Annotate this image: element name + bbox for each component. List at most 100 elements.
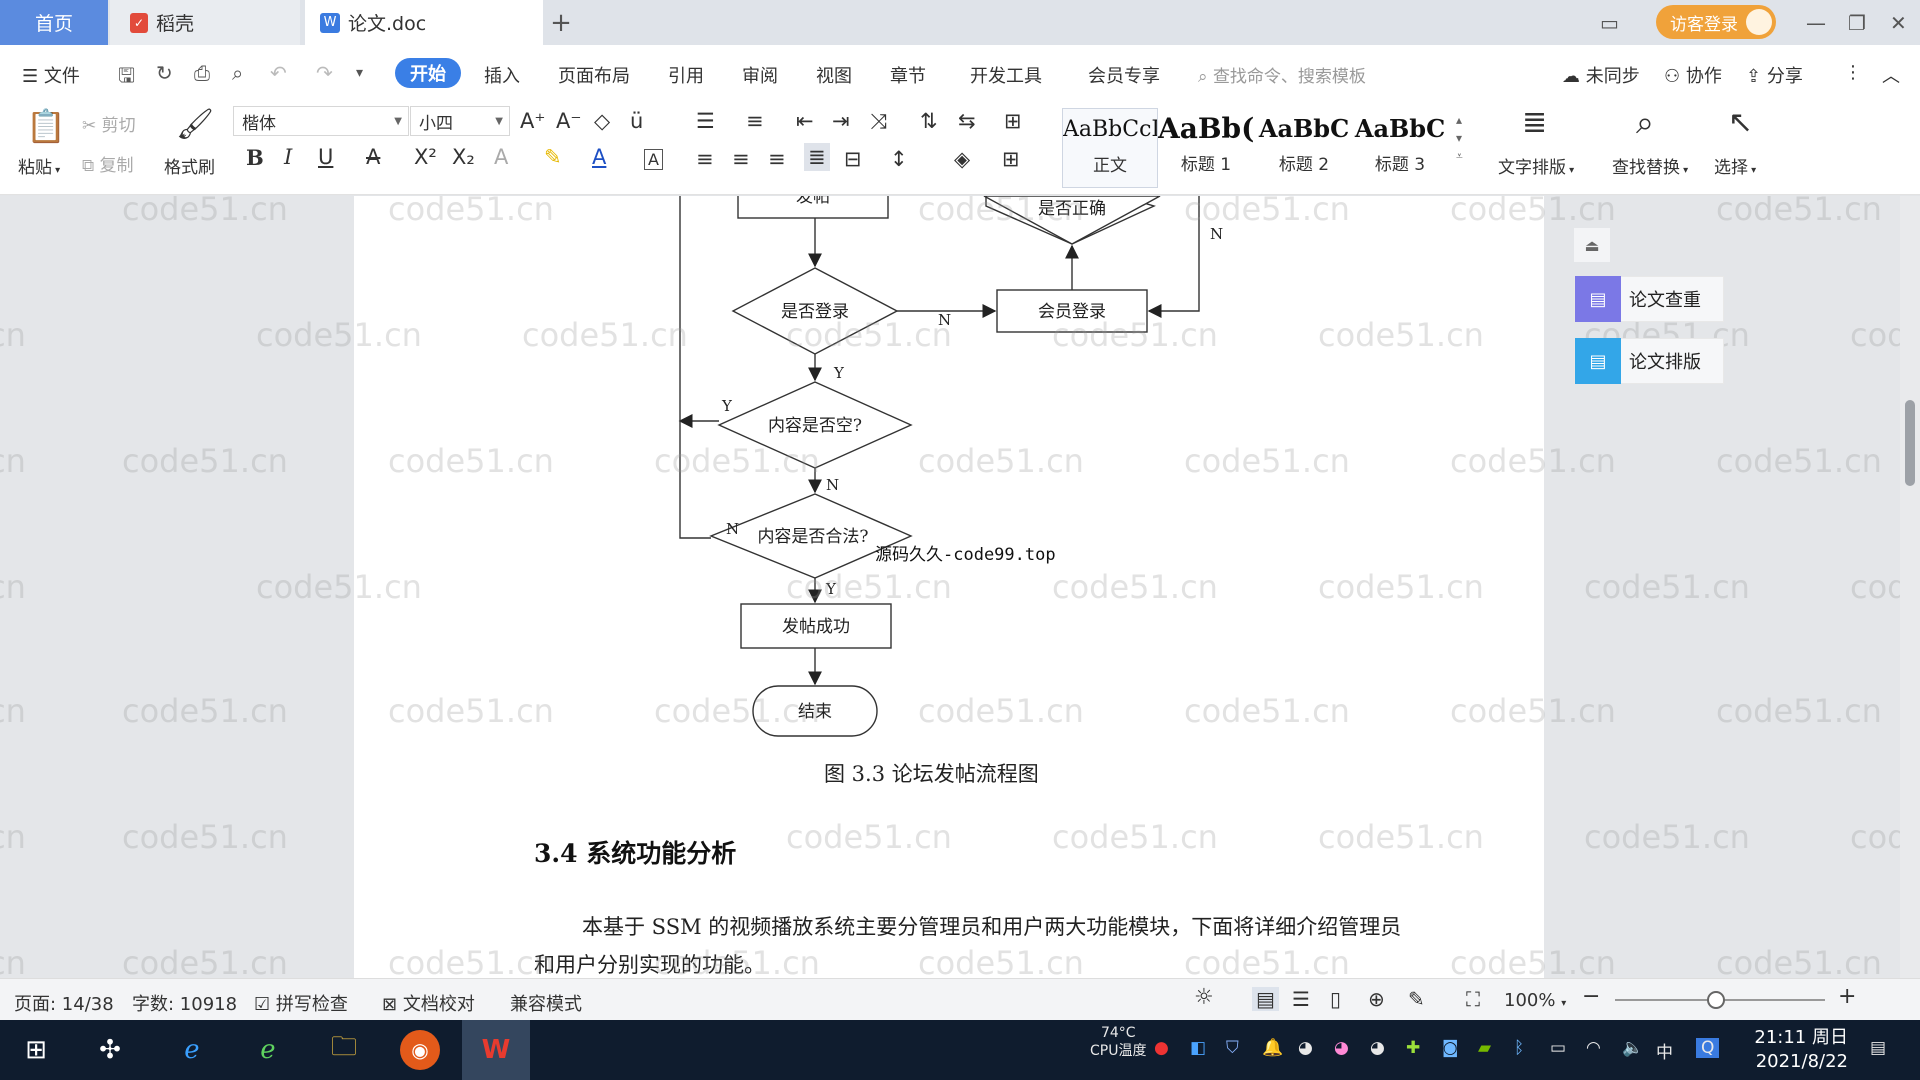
nvidia-icon[interactable]: ▰ bbox=[1478, 1038, 1491, 1058]
find-replace-button[interactable]: 查找替换 ▾ bbox=[1612, 153, 1688, 178]
web-view-icon[interactable]: ⊕ bbox=[1368, 987, 1385, 1011]
menu-start[interactable]: 开始 bbox=[395, 58, 461, 88]
customize-toolbar-icon[interactable]: ▾ bbox=[356, 65, 378, 87]
char-border-icon[interactable]: A bbox=[644, 149, 663, 170]
spell-check-button[interactable]: ☑ 拼写检查 bbox=[254, 990, 348, 1016]
text-direction-icon[interactable]: ⤨ bbox=[870, 109, 887, 134]
highlight-icon[interactable]: ✎ bbox=[544, 145, 562, 169]
justify-icon[interactable]: ≣ bbox=[804, 143, 830, 171]
shading-icon[interactable]: ◈ bbox=[954, 147, 970, 171]
text-layout-button[interactable]: 文字排版 ▾ bbox=[1498, 153, 1574, 178]
zoom-out-button[interactable]: − bbox=[1582, 984, 1600, 1009]
visitor-login-button[interactable]: 访客登录 bbox=[1656, 5, 1776, 39]
save-icon[interactable]: 🖫 bbox=[118, 61, 140, 87]
align-left-icon[interactable]: ≡ bbox=[696, 147, 714, 171]
zoom-in-button[interactable]: + bbox=[1838, 984, 1856, 1009]
document-page[interactable]: 发帖 是否正确 是否登录 会员登录 内容是否空? 内容是否合法? 发帖成功 结束… bbox=[354, 196, 1544, 978]
shield-icon[interactable]: ⛉ bbox=[1226, 1038, 1239, 1058]
write-view-icon[interactable]: ✎ bbox=[1408, 987, 1425, 1011]
doc-proof-button[interactable]: ⊠ 文档校对 bbox=[382, 990, 475, 1016]
wifi-icon[interactable]: ◠ bbox=[1586, 1038, 1601, 1058]
style-heading-1[interactable]: AaBb( 标题 1 bbox=[1158, 108, 1254, 188]
word-count[interactable]: 字数: 10918 bbox=[132, 990, 237, 1016]
tray-app-icon[interactable]: ● bbox=[1154, 1038, 1169, 1058]
tray-network-app-icon[interactable]: ◧ bbox=[1190, 1038, 1206, 1058]
tab-daoke[interactable]: ✓ 稻壳 bbox=[110, 0, 300, 45]
select-button[interactable]: 选择 ▾ bbox=[1714, 153, 1756, 178]
font-name-select[interactable]: 楷体 ▼ bbox=[233, 106, 409, 136]
redo-icon[interactable]: ↷ bbox=[316, 61, 338, 85]
fit-page-icon[interactable]: ⛶ bbox=[1466, 987, 1480, 1011]
bold-icon[interactable]: B bbox=[246, 145, 264, 170]
notification-bell-icon[interactable]: 🔔 bbox=[1262, 1038, 1283, 1058]
align-center-icon[interactable]: ≡ bbox=[732, 147, 750, 171]
menu-review[interactable]: 审阅 bbox=[742, 62, 778, 88]
format-painter-button[interactable]: 格式刷 bbox=[164, 153, 215, 178]
distribute-icon[interactable]: ⊟ bbox=[844, 147, 862, 171]
window-layout-icon[interactable]: ▭ bbox=[1600, 0, 1619, 45]
undo-icon[interactable]: ↶ bbox=[270, 61, 292, 85]
paste-button[interactable]: 粘贴 ▾ bbox=[18, 153, 60, 178]
menu-dev-tools[interactable]: 开发工具 bbox=[970, 62, 1042, 88]
style-heading-3[interactable]: AaBbC 标题 3 bbox=[1352, 108, 1448, 188]
share-button[interactable]: ⇪ 分享 bbox=[1746, 62, 1803, 88]
copy-button[interactable]: ⧉ 复制 bbox=[82, 151, 134, 176]
action-center-icon[interactable]: ▤ bbox=[1870, 1038, 1886, 1058]
subscript-icon[interactable]: X₂ bbox=[452, 145, 475, 169]
eye-protection-icon[interactable]: ☼ bbox=[1194, 985, 1214, 1010]
cut-button[interactable]: ✂ 剪切 bbox=[82, 111, 136, 136]
numbered-list-icon[interactable]: ≡ bbox=[746, 109, 764, 133]
tab-document[interactable]: W 论文.doc bbox=[305, 0, 543, 45]
qq-icon[interactable]: ◕ bbox=[1298, 1038, 1313, 1058]
grow-font-icon[interactable]: A⁺ bbox=[520, 109, 545, 133]
menu-chapter[interactable]: 章节 bbox=[890, 62, 926, 88]
app-pinwheel-icon[interactable]: ✣ bbox=[90, 1030, 130, 1070]
battery-icon[interactable]: ▭ bbox=[1550, 1038, 1566, 1058]
paper-layout-button[interactable]: ▤ 论文排版 bbox=[1574, 338, 1724, 384]
more-icon[interactable]: ⋮ bbox=[1844, 62, 1862, 83]
style-scroll-icon[interactable]: ▴ ▾ ⩡ bbox=[1456, 111, 1463, 165]
restore-button[interactable]: ❐ bbox=[1848, 0, 1866, 45]
volume-icon[interactable]: 🔈 bbox=[1622, 1038, 1643, 1058]
file-menu[interactable]: ☰ 文件 bbox=[22, 62, 80, 88]
vertical-scrollbar[interactable] bbox=[1900, 196, 1920, 978]
font-size-select[interactable]: 小四 ▼ bbox=[410, 106, 510, 136]
style-normal[interactable]: AaBbCcI 正文 bbox=[1062, 108, 1158, 188]
shrink-font-icon[interactable]: A⁻ bbox=[556, 109, 581, 133]
cursor-icon[interactable]: ↖ bbox=[1728, 105, 1753, 140]
file-explorer-icon[interactable]: 🗀 bbox=[324, 1030, 364, 1070]
print-preview-icon[interactable]: ⌕ bbox=[232, 61, 254, 85]
line-break-icon[interactable]: ⇆ bbox=[958, 109, 976, 133]
scrollbar-thumb[interactable] bbox=[1905, 400, 1915, 486]
ime-indicator[interactable]: 中 bbox=[1656, 1038, 1673, 1063]
app-mascot-icon[interactable]: ◉ bbox=[400, 1030, 440, 1070]
border-icon[interactable]: ⊞ bbox=[1002, 147, 1020, 171]
italic-icon[interactable]: I bbox=[284, 145, 292, 169]
browser-360-icon[interactable]: ℯ bbox=[248, 1030, 288, 1070]
zoom-select[interactable]: 100% ▾ bbox=[1504, 990, 1566, 1011]
command-search[interactable]: ⌕ 查找命令、搜索模板 bbox=[1198, 62, 1366, 87]
menu-page-layout[interactable]: 页面布局 bbox=[558, 62, 630, 88]
wps-taskbar-icon[interactable]: W bbox=[462, 1020, 530, 1080]
menu-insert[interactable]: 插入 bbox=[484, 62, 520, 88]
collab-button[interactable]: ⚇ 协作 bbox=[1664, 62, 1722, 88]
add-icon[interactable]: ✚ bbox=[1406, 1038, 1420, 1058]
bullet-list-icon[interactable]: ☰ bbox=[696, 109, 715, 133]
clear-format-icon[interactable]: ◇ bbox=[594, 109, 610, 133]
text-effect-icon[interactable]: A bbox=[494, 145, 508, 169]
tray-chat-icon[interactable]: ◙ bbox=[1442, 1038, 1459, 1058]
menu-view[interactable]: 视图 bbox=[816, 62, 852, 88]
font-color-icon[interactable]: A bbox=[592, 145, 606, 169]
collapse-ribbon-icon[interactable]: ︿ bbox=[1882, 62, 1900, 88]
increase-indent-icon[interactable]: ⇥ bbox=[832, 109, 850, 133]
tab-home[interactable]: 首页 bbox=[0, 0, 108, 45]
side-panel-collapse-button[interactable]: ⏏ bbox=[1574, 228, 1610, 262]
brush-icon[interactable]: 🖌 bbox=[176, 107, 214, 142]
page-indicator[interactable]: 页面: 14/38 bbox=[14, 990, 114, 1016]
ie-browser-icon[interactable]: ℯ bbox=[172, 1030, 212, 1070]
magnifier-icon[interactable]: ⌕ bbox=[1636, 103, 1654, 142]
close-window-button[interactable]: ✕ bbox=[1890, 0, 1907, 45]
print-icon[interactable]: ⎙ bbox=[194, 61, 216, 85]
phonetic-icon[interactable]: ü bbox=[630, 109, 643, 133]
paste-icon[interactable]: 📋 bbox=[26, 107, 66, 145]
